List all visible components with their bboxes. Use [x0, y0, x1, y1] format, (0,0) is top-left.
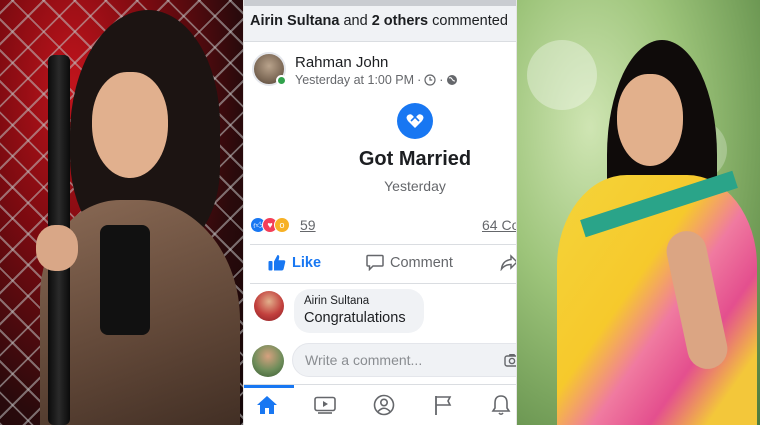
post-meta: Yesterday at 1:00 PM · · — [295, 73, 458, 87]
comment-button[interactable]: Comment — [366, 254, 453, 271]
meta-separator-2: · — [439, 73, 444, 87]
reactions-summary: 👍︎ ♥ o 59 64 Co — [250, 215, 516, 237]
comment-composer — [252, 343, 517, 379]
background-bokeh — [527, 40, 597, 110]
comment-item: Airin Sultana Congratulations — [252, 289, 516, 335]
thumbs-up-icon — [268, 255, 286, 271]
heart-event-icon — [397, 103, 433, 139]
reaction-icons[interactable]: 👍︎ ♥ o — [250, 217, 290, 233]
life-event-date: Yesterday — [384, 178, 446, 194]
meta-separator: · — [417, 73, 422, 87]
right-photo — [517, 0, 760, 425]
online-indicator — [276, 75, 287, 86]
reaction-count[interactable]: 59 — [300, 217, 316, 233]
active-tab-indicator — [244, 385, 294, 388]
current-user-avatar — [252, 345, 284, 377]
flag-icon — [435, 396, 452, 415]
face — [617, 74, 683, 166]
bell-icon — [491, 395, 511, 416]
comment-bubble[interactable]: Airin Sultana Congratulations — [294, 289, 424, 333]
comment-text: Congratulations — [304, 310, 406, 326]
tab-home[interactable] — [254, 392, 280, 418]
hand — [36, 225, 78, 271]
share-button[interactable] — [500, 254, 516, 271]
share-arrow-icon — [500, 254, 516, 271]
face — [92, 72, 168, 178]
bottom-tab-bar — [244, 384, 516, 425]
divider — [250, 283, 516, 284]
black-top — [100, 225, 150, 335]
camera-icon[interactable] — [504, 352, 517, 368]
post-timestamp[interactable]: Yesterday at 1:00 PM — [295, 73, 414, 87]
notification-connector: and — [339, 13, 372, 29]
commenter-avatar[interactable] — [254, 291, 284, 321]
notification-action: commented — [428, 13, 508, 29]
comment-bubble-icon — [366, 254, 384, 271]
life-event-title: Got Married — [358, 148, 472, 170]
tab-notifications[interactable] — [488, 392, 514, 418]
post-actions: Like Comment — [244, 246, 516, 282]
tab-profile[interactable] — [371, 392, 397, 418]
tab-pages[interactable] — [430, 392, 456, 418]
clock-icon — [424, 74, 436, 86]
notification-header[interactable]: Airin Sultana and 2 others commented — [244, 0, 516, 42]
wow-reaction-icon: o — [274, 217, 290, 233]
divider — [250, 244, 516, 245]
facebook-post-screenshot: Airin Sultana and 2 others commented Rah… — [243, 0, 517, 425]
notification-others: 2 others — [371, 13, 429, 29]
commenter-name[interactable]: Airin Sultana — [304, 295, 414, 307]
tab-watch[interactable] — [312, 392, 338, 418]
comment-label: Comment — [390, 254, 453, 271]
notification-actor: Airin Sultana — [250, 13, 340, 29]
left-photo — [0, 0, 243, 425]
author-avatar[interactable] — [252, 52, 287, 86]
profile-icon — [373, 394, 395, 416]
globe-icon — [447, 75, 458, 85]
comment-count[interactable]: 64 Co — [482, 217, 516, 233]
post-header: Rahman John Yesterday at 1:00 PM · · — [252, 52, 512, 96]
like-button[interactable]: Like — [268, 254, 321, 271]
comment-input[interactable] — [292, 343, 516, 377]
author-name[interactable]: Rahman John — [295, 54, 388, 71]
home-icon — [257, 396, 277, 414]
like-label: Like — [292, 254, 322, 271]
video-icon — [314, 396, 336, 414]
